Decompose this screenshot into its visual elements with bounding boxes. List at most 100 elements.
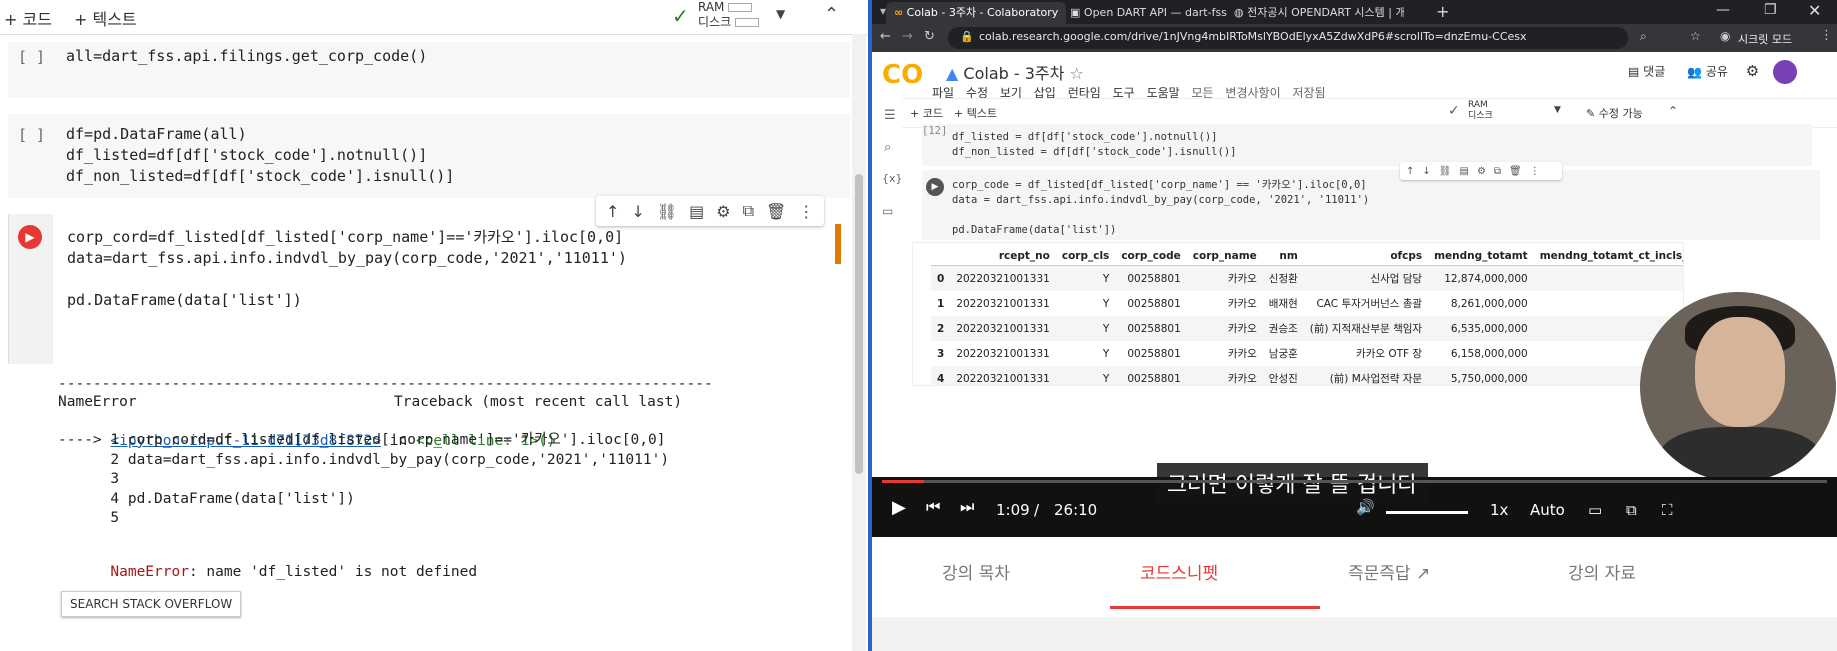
row-index: 4 bbox=[931, 366, 951, 385]
speed-button[interactable]: 1x bbox=[1490, 501, 1508, 519]
notebook-title[interactable]: ▲ Colab - 3주차 ☆ bbox=[946, 60, 1084, 84]
add-code-button[interactable]: + 코드 bbox=[4, 6, 52, 30]
colab-actions: ▤ 댓글 👥 공유 ⚙ bbox=[1628, 60, 1798, 84]
skip-back-icon[interactable]: ⏮ bbox=[926, 497, 940, 517]
variables-icon[interactable]: {x} bbox=[882, 172, 903, 185]
folder-icon[interactable]: ▭ bbox=[882, 204, 893, 218]
cell-code[interactable]: corp_cord=df_listed[df_listed['corp_name… bbox=[67, 227, 627, 311]
add-code-button[interactable]: + 코드 bbox=[910, 105, 943, 121]
run-cell-button[interactable]: ▶ bbox=[926, 178, 944, 196]
chevron-down-icon[interactable]: ▼ bbox=[1554, 105, 1561, 115]
chevron-down-icon[interactable]: ▼ bbox=[776, 7, 785, 21]
cell-code[interactable]: all=dart_fss.api.filings.get_corp_code() bbox=[66, 46, 427, 67]
arrow-up-icon[interactable]: ↑ bbox=[606, 202, 619, 221]
trash-icon[interactable]: 🗑 bbox=[1509, 166, 1522, 177]
video-player-controls: 그러면 이렇게 잘 뜰 겁니다 ▶ ⏮ ⏭ 1:09 / 26:10 🔊 1x … bbox=[872, 463, 1837, 537]
video-progress-bar[interactable] bbox=[882, 480, 1827, 483]
tab-colab[interactable]: ∞ Colab - 3주차 - Colaboratory bbox=[886, 2, 1066, 24]
chevron-up-icon[interactable]: ⌃ bbox=[1668, 104, 1678, 118]
arrow-down-icon[interactable]: ↓ bbox=[1422, 166, 1430, 177]
back-icon[interactable]: ← bbox=[880, 29, 891, 44]
table-cell: CAC 투자거버넌스 총괄 bbox=[1316, 298, 1423, 310]
colab-logo[interactable]: CO bbox=[882, 60, 923, 90]
forward-icon[interactable]: → bbox=[902, 29, 913, 44]
star-icon[interactable]: ☆ bbox=[1690, 29, 1701, 43]
mirror-cell-icon[interactable]: ⧉ bbox=[743, 201, 754, 221]
resource-monitor[interactable]: RAM 디스크 bbox=[1468, 100, 1493, 122]
cell-code[interactable]: df_listed = df[df['stock_code'].notnull(… bbox=[952, 130, 1236, 160]
tab-label: Open DART API — dart-fss doc bbox=[1083, 6, 1230, 19]
table-header: rcept_no corp_cls corp_code corp_name nm… bbox=[931, 247, 1683, 266]
comment-icon[interactable]: ▤ bbox=[689, 202, 704, 221]
scrollbar-thumb[interactable] bbox=[855, 174, 863, 474]
restore-icon[interactable]: ❐ bbox=[1764, 2, 1777, 18]
code-cell-2[interactable]: [ ] df=pd.DataFrame(all) df_listed=df[df… bbox=[8, 114, 850, 198]
cell-code[interactable]: df=pd.DataFrame(all) df_listed=df[df['st… bbox=[66, 124, 454, 187]
tab-course-materials[interactable]: 강의 자료 bbox=[1568, 559, 1636, 584]
search-stack-overflow-button[interactable]: SEARCH STACK OVERFLOW bbox=[61, 591, 242, 617]
close-icon[interactable]: ✕ bbox=[1808, 1, 1821, 20]
error-message: : name 'df_listed' is not defined bbox=[188, 563, 478, 580]
menu-icon[interactable]: ⋮ bbox=[1820, 28, 1833, 43]
mirror-cell-icon[interactable]: ⧉ bbox=[1494, 166, 1501, 177]
code-cell-3[interactable]: corp_cord=df_listed[df_listed['corp_name… bbox=[8, 214, 851, 364]
gear-icon[interactable]: ⚙ bbox=[716, 202, 730, 221]
fullscreen-icon[interactable]: ⛶ bbox=[1662, 501, 1673, 519]
colab-code-cell-12[interactable]: [12] df_listed = df[df['stock_code'].not… bbox=[922, 124, 1812, 166]
new-tab-icon[interactable]: + bbox=[1436, 2, 1449, 21]
resource-monitor[interactable]: RAM 디스크 bbox=[698, 0, 760, 30]
play-icon[interactable]: ▶ bbox=[892, 497, 906, 518]
volume-slider[interactable] bbox=[1386, 511, 1468, 514]
star-icon[interactable]: ☆ bbox=[1069, 64, 1083, 83]
edit-mode-button[interactable]: ✎ 수정 가능 bbox=[1586, 105, 1643, 121]
tab-course-toc[interactable]: 강의 목차 bbox=[942, 559, 1010, 584]
avatar[interactable] bbox=[1773, 60, 1798, 84]
link-icon[interactable]: ⛓ bbox=[1439, 166, 1452, 177]
colab-code-cell-active[interactable]: ▶ corp_code = df_listed[df_listed['corp_… bbox=[922, 170, 1820, 240]
tab-dart-fss[interactable]: ▣ Open DART API — dart-fss doc bbox=[1062, 2, 1230, 24]
add-text-button[interactable]: + 텍스트 bbox=[74, 6, 137, 30]
arrow-up-icon[interactable]: ↑ bbox=[1406, 166, 1414, 177]
ram-label: RAM bbox=[1468, 100, 1488, 110]
table-cell: 신사업 담당 bbox=[1303, 265, 1429, 291]
zoom-icon[interactable]: ⌕ bbox=[1640, 29, 1647, 44]
run-cell-button[interactable]: ▶ bbox=[18, 225, 42, 249]
pip-icon[interactable]: ⧉ bbox=[1626, 501, 1637, 519]
comment-icon[interactable]: ▤ bbox=[1628, 65, 1639, 79]
notebook-scrollbar[interactable] bbox=[852, 34, 866, 651]
quality-button[interactable]: Auto bbox=[1530, 501, 1565, 519]
subtitles-icon[interactable]: ▭ bbox=[1588, 501, 1602, 519]
more-vert-icon[interactable]: ⋮ bbox=[798, 202, 814, 221]
link-icon[interactable]: ⛓ bbox=[657, 202, 677, 221]
gear-icon[interactable]: ⚙ bbox=[1477, 166, 1486, 177]
people-icon[interactable]: 👥 bbox=[1687, 65, 1702, 79]
volume-icon[interactable]: 🔊 bbox=[1356, 498, 1375, 516]
share-button[interactable]: 공유 bbox=[1706, 65, 1728, 79]
tab-label: 전자공시 OPENDART 시스템 | 개 bbox=[1247, 6, 1404, 19]
cell-run-indicator[interactable]: [ ] bbox=[18, 48, 45, 66]
trash-icon[interactable]: 🗑 bbox=[766, 202, 786, 221]
reload-icon[interactable]: ↻ bbox=[924, 29, 935, 44]
code-cell-1[interactable]: [ ] all=dart_fss.api.filings.get_corp_co… bbox=[8, 42, 850, 98]
tab-qna[interactable]: 즉문즉답 ↗ bbox=[1348, 559, 1430, 584]
chevron-up-icon[interactable]: ⌃ bbox=[824, 4, 839, 25]
search-icon[interactable]: ⌕ bbox=[884, 140, 891, 155]
tab-opendart[interactable]: ◍ 전자공시 OPENDART 시스템 | 개 bbox=[1226, 2, 1404, 24]
cell-code[interactable]: corp_code = df_listed[df_listed['corp_na… bbox=[952, 178, 1369, 238]
left-notebook-pane: + 코드 + 텍스트 ✓ RAM 디스크 ▼ ⌃ [ ] all=dart_fs… bbox=[0, 0, 868, 651]
add-text-button[interactable]: + 텍스트 bbox=[954, 105, 997, 121]
duration: 26:10 bbox=[1054, 501, 1098, 519]
minimize-icon[interactable]: — bbox=[1716, 2, 1730, 18]
cell-run-indicator[interactable]: [ ] bbox=[18, 126, 45, 144]
traceback-line-5: 5 bbox=[58, 510, 120, 526]
skip-forward-icon[interactable]: ⏭ bbox=[960, 497, 974, 517]
secret-mode-label[interactable]: 시크릿 모드 bbox=[1738, 31, 1792, 47]
comment-button[interactable]: 댓글 bbox=[1643, 65, 1665, 79]
comment-icon[interactable]: ▤ bbox=[1459, 166, 1468, 177]
more-vert-icon[interactable]: ⋮ bbox=[1530, 166, 1540, 177]
gear-icon[interactable]: ⚙ bbox=[1746, 62, 1759, 80]
url-text[interactable]: colab.research.google.com/drive/1nJVng4m… bbox=[979, 30, 1527, 43]
toc-icon[interactable]: ☰ bbox=[884, 108, 896, 123]
arrow-down-icon[interactable]: ↓ bbox=[631, 202, 644, 221]
tab-code-snippet[interactable]: 코드스니펫 bbox=[1140, 559, 1218, 584]
